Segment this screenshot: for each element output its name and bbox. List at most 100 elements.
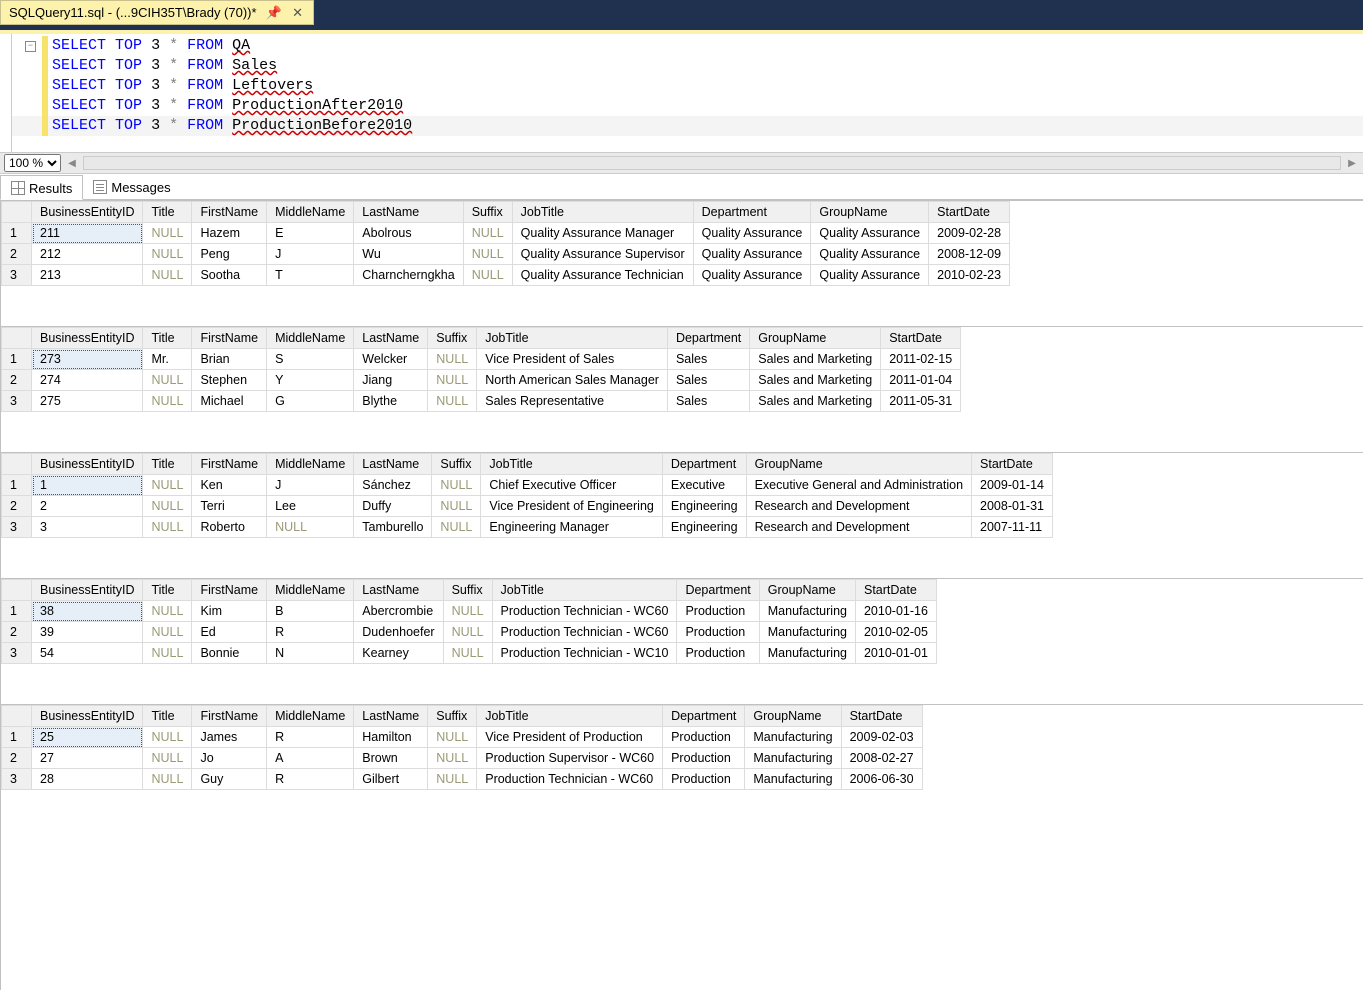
column-header[interactable]: LastName [354, 454, 432, 475]
table-cell[interactable]: NULL [143, 496, 192, 517]
column-header[interactable]: BusinessEntityID [32, 328, 143, 349]
table-cell[interactable]: Production Technician - WC60 [492, 622, 677, 643]
table-cell[interactable]: Stephen [192, 370, 267, 391]
row-number[interactable]: 2 [2, 370, 32, 391]
table-cell[interactable]: Sales [667, 391, 749, 412]
table-cell[interactable]: Quality Assurance [811, 244, 929, 265]
table-cell[interactable]: Roberto [192, 517, 267, 538]
table-cell[interactable]: Manufacturing [759, 601, 855, 622]
table-cell[interactable]: 25 [32, 727, 143, 748]
column-header[interactable]: StartDate [841, 706, 922, 727]
table-cell[interactable]: 2009-02-28 [929, 223, 1010, 244]
table-cell[interactable]: Abercrombie [354, 601, 443, 622]
table-cell[interactable]: Vice President of Production [477, 727, 663, 748]
table-row[interactable]: 2212NULLPengJWuNULLQuality Assurance Sup… [2, 244, 1010, 265]
table-cell[interactable]: Terri [192, 496, 267, 517]
table-cell[interactable]: NULL [428, 748, 477, 769]
column-header[interactable]: JobTitle [477, 706, 663, 727]
table-cell[interactable]: Guy [192, 769, 267, 790]
table-cell[interactable]: Sales and Marketing [750, 370, 881, 391]
table-cell[interactable]: 3 [32, 517, 143, 538]
table-cell[interactable]: Production Technician - WC10 [492, 643, 677, 664]
table-cell[interactable]: NULL [443, 601, 492, 622]
table-cell[interactable]: 27 [32, 748, 143, 769]
table-cell[interactable]: Research and Development [746, 517, 971, 538]
table-cell[interactable]: Executive [662, 475, 746, 496]
column-header[interactable]: BusinessEntityID [32, 454, 143, 475]
data-table[interactable]: BusinessEntityIDTitleFirstNameMiddleName… [1, 327, 961, 412]
table-cell[interactable]: NULL [463, 244, 512, 265]
table-cell[interactable]: Ken [192, 475, 267, 496]
table-cell[interactable]: NULL [443, 622, 492, 643]
row-number[interactable]: 3 [2, 391, 32, 412]
row-number[interactable]: 1 [2, 349, 32, 370]
column-header[interactable]: FirstName [192, 454, 267, 475]
table-cell[interactable]: Bonnie [192, 643, 267, 664]
table-cell[interactable]: Chief Executive Officer [481, 475, 662, 496]
table-cell[interactable]: N [267, 643, 354, 664]
column-header[interactable]: MiddleName [267, 580, 354, 601]
table-cell[interactable]: NULL [463, 265, 512, 286]
table-cell[interactable]: 275 [32, 391, 143, 412]
row-number[interactable]: 3 [2, 769, 32, 790]
column-header[interactable]: StartDate [881, 328, 961, 349]
table-cell[interactable]: Manufacturing [745, 769, 841, 790]
table-cell[interactable]: Executive General and Administration [746, 475, 971, 496]
table-cell[interactable]: Blythe [354, 391, 428, 412]
table-cell[interactable]: Peng [192, 244, 267, 265]
table-cell[interactable]: Lee [267, 496, 354, 517]
table-cell[interactable]: 2008-12-09 [929, 244, 1010, 265]
table-row[interactable]: 11NULLKenJSánchezNULLChief Executive Off… [2, 475, 1053, 496]
table-cell[interactable]: Engineering [662, 517, 746, 538]
column-header[interactable]: StartDate [855, 580, 936, 601]
table-cell[interactable]: Ed [192, 622, 267, 643]
table-cell[interactable]: Sales [667, 370, 749, 391]
table-cell[interactable]: NULL [143, 643, 192, 664]
column-header[interactable]: Department [693, 202, 811, 223]
table-cell[interactable]: 211 [32, 223, 143, 244]
row-number[interactable]: 1 [2, 475, 32, 496]
table-cell[interactable]: Mr. [143, 349, 192, 370]
table-cell[interactable]: Production Supervisor - WC60 [477, 748, 663, 769]
table-cell[interactable]: NULL [143, 748, 192, 769]
table-cell[interactable]: Hazem [192, 223, 267, 244]
column-header[interactable]: BusinessEntityID [32, 706, 143, 727]
column-header[interactable]: LastName [354, 328, 428, 349]
table-cell[interactable]: 274 [32, 370, 143, 391]
table-cell[interactable]: 2011-02-15 [881, 349, 961, 370]
table-row[interactable]: 328NULLGuyRGilbertNULLProduction Technic… [2, 769, 923, 790]
table-cell[interactable]: NULL [428, 370, 477, 391]
table-cell[interactable]: NULL [143, 727, 192, 748]
table-cell[interactable]: G [267, 391, 354, 412]
row-number[interactable]: 3 [2, 265, 32, 286]
table-cell[interactable]: NULL [267, 517, 354, 538]
column-header[interactable]: Title [143, 328, 192, 349]
table-row[interactable]: 1211NULLHazemEAbolrousNULLQuality Assura… [2, 223, 1010, 244]
column-header[interactable]: StartDate [972, 454, 1053, 475]
table-cell[interactable]: 2010-02-23 [929, 265, 1010, 286]
column-header[interactable]: MiddleName [267, 202, 354, 223]
table-cell[interactable]: James [192, 727, 267, 748]
column-header[interactable]: Title [143, 202, 192, 223]
table-cell[interactable]: Engineering Manager [481, 517, 662, 538]
table-cell[interactable]: Duffy [354, 496, 432, 517]
table-cell[interactable]: J [267, 475, 354, 496]
table-cell[interactable]: 2008-01-31 [972, 496, 1053, 517]
table-cell[interactable]: 28 [32, 769, 143, 790]
column-header[interactable]: StartDate [929, 202, 1010, 223]
table-cell[interactable]: Charncherngkha [354, 265, 463, 286]
table-cell[interactable]: Production Technician - WC60 [492, 601, 677, 622]
column-header[interactable]: GroupName [811, 202, 929, 223]
table-cell[interactable]: Sales Representative [477, 391, 668, 412]
table-cell[interactable]: 2010-01-16 [855, 601, 936, 622]
collapse-icon[interactable]: − [25, 41, 36, 52]
data-table[interactable]: BusinessEntityIDTitleFirstNameMiddleName… [1, 705, 923, 790]
table-cell[interactable]: Production [677, 622, 759, 643]
table-cell[interactable]: NULL [143, 265, 192, 286]
table-cell[interactable]: B [267, 601, 354, 622]
table-row[interactable]: 354NULLBonnieNKearneyNULLProduction Tech… [2, 643, 937, 664]
table-cell[interactable]: Quality Assurance Technician [512, 265, 693, 286]
table-cell[interactable]: NULL [432, 517, 481, 538]
table-cell[interactable]: R [267, 622, 354, 643]
table-cell[interactable]: Sales [667, 349, 749, 370]
